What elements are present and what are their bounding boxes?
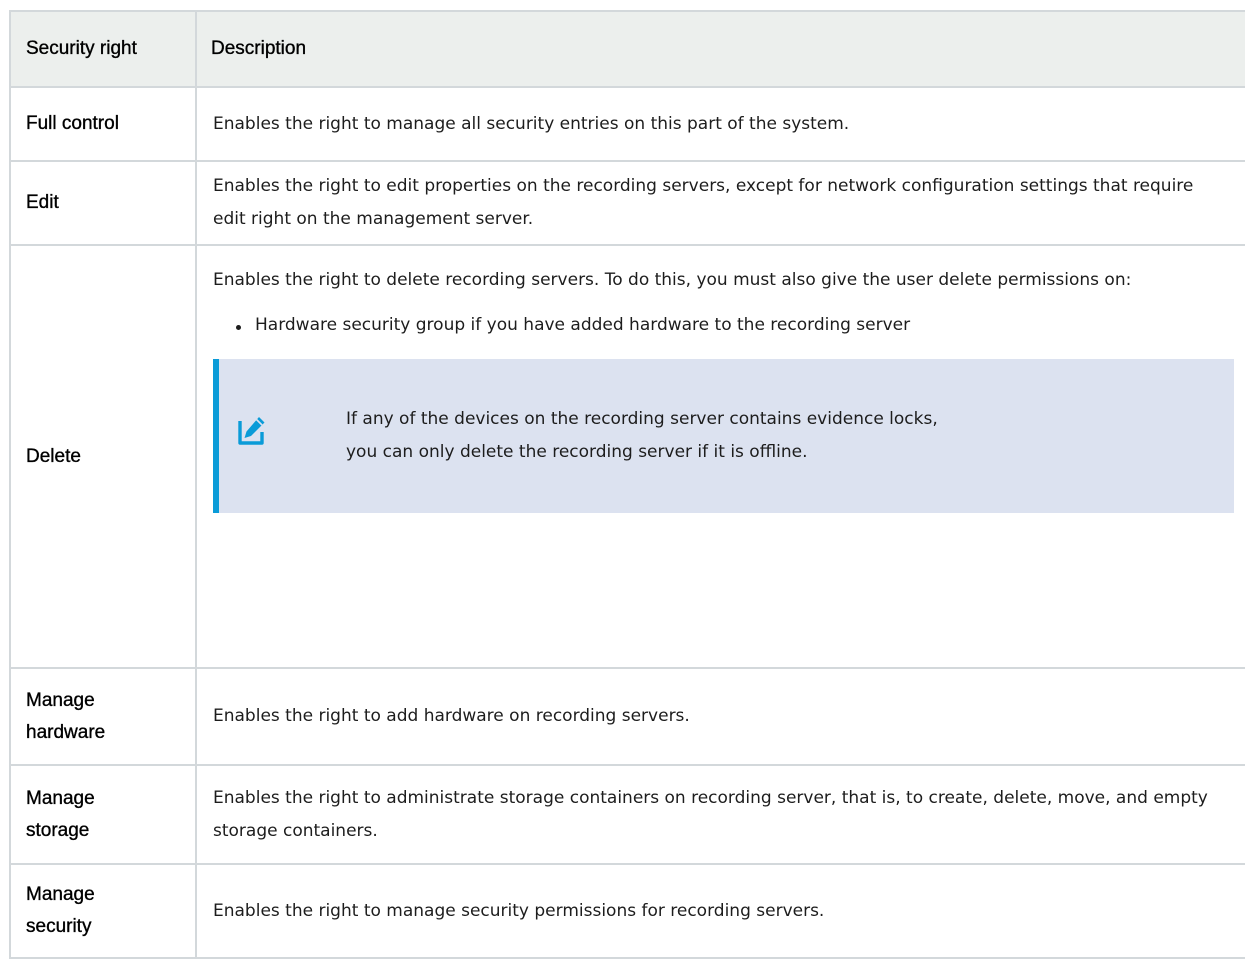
security-right-description: Enables the right to manage all security… <box>195 86 1245 162</box>
security-right-name-line: Manage <box>26 884 95 905</box>
security-right-description: Enables the right to edit properties on … <box>195 160 1245 246</box>
column-header-security-right: Security right <box>9 10 197 88</box>
security-rights-table: Security right Description Full control … <box>9 10 1245 959</box>
security-right-name: Full control <box>9 86 197 162</box>
security-right-name-line: storage <box>26 819 90 841</box>
security-right-name: Manage hardware <box>9 667 197 766</box>
table-row-manage-security: Manage security Enables the right to man… <box>9 863 1245 959</box>
table-row-edit: Edit Enables the right to edit propertie… <box>9 160 1245 246</box>
security-right-name: Manage storage <box>9 764 197 865</box>
bullet-dot-icon <box>236 325 241 330</box>
note-text: If any of the devices on the recording s… <box>346 403 938 469</box>
security-right-description: Enables the right to administrate storag… <box>195 764 1245 865</box>
note-line: you can only delete the recording server… <box>346 442 808 462</box>
pencil-icon <box>238 417 265 445</box>
column-header-description: Description <box>195 10 1245 88</box>
table-row-manage-storage: Manage storage Enables the right to admi… <box>9 764 1245 865</box>
table-row-full-control: Full control Enables the right to manage… <box>9 86 1245 162</box>
list-item-text: Hardware security group if you have adde… <box>255 315 911 335</box>
security-right-name: Edit <box>9 160 197 246</box>
note-callout: If any of the devices on the recording s… <box>213 359 1234 513</box>
security-right-name-line: hardware <box>26 721 106 743</box>
security-right-name-line: Manage <box>26 787 95 809</box>
list-item: Hardware security group if you have adde… <box>213 309 1231 342</box>
security-right-name-line: security <box>26 916 92 937</box>
security-right-description: Enables the right to delete recording se… <box>213 270 1132 290</box>
security-right-name: Delete <box>9 244 197 669</box>
security-right-description: Enables the right to add hardware on rec… <box>195 667 1245 766</box>
security-right-name: Manage security <box>9 863 197 959</box>
security-right-description-cell: Enables the right to delete recording se… <box>195 244 1245 669</box>
security-right-description: Enables the right to manage security per… <box>195 863 1245 959</box>
table-row-manage-hardware: Manage hardware Enables the right to add… <box>9 667 1245 766</box>
security-right-name-line: Manage <box>26 689 95 711</box>
note-line: If any of the devices on the recording s… <box>346 409 938 429</box>
table-row-delete: Delete Enables the right to delete recor… <box>9 244 1245 669</box>
table-header-row: Security right Description <box>9 10 1245 88</box>
